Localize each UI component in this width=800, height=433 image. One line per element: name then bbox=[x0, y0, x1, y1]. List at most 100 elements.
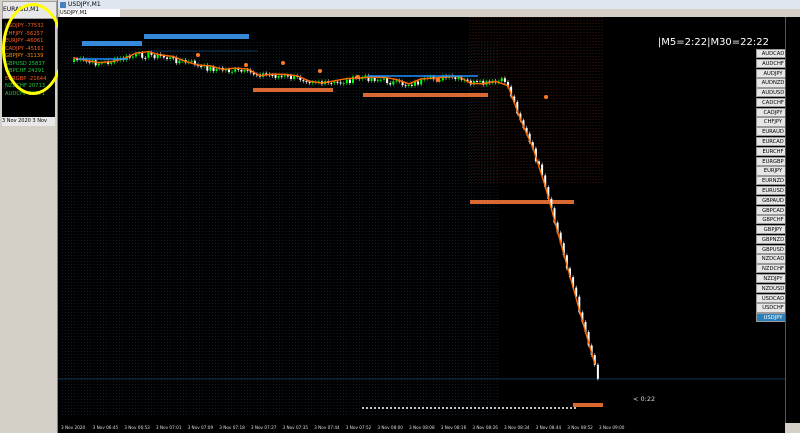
dot-marker bbox=[438, 407, 440, 409]
dot-marker bbox=[450, 407, 452, 409]
main-window-title[interactable]: USDJPY,M1 bbox=[58, 0, 800, 9]
dot-marker bbox=[418, 407, 420, 409]
candle-body bbox=[389, 83, 392, 85]
symbol-button-audnzd[interactable]: AUDNZD bbox=[756, 78, 785, 88]
symbol-button-eurgbp[interactable]: EURGBP bbox=[756, 156, 785, 166]
dot-marker bbox=[522, 407, 524, 409]
symbol-button-eurcad[interactable]: EURCAD bbox=[756, 137, 785, 147]
symbol-button-nzdjpy[interactable]: NZDJPY bbox=[756, 273, 785, 284]
dot-marker bbox=[530, 407, 532, 409]
symbol-button-usdchf[interactable]: USDCHF bbox=[756, 303, 785, 313]
dot-marker bbox=[546, 407, 548, 409]
candle-body bbox=[342, 83, 345, 85]
dot-marker bbox=[562, 407, 564, 409]
time-axis-label: 3 Nov 08:16 bbox=[440, 425, 467, 430]
time-axis-label: 3 Nov 08:44 bbox=[535, 425, 562, 430]
dot-marker bbox=[374, 407, 376, 409]
symbol-button-audusd[interactable]: AUDUSD bbox=[756, 88, 785, 98]
currency-strength-row: EURGBP -21644 bbox=[5, 75, 47, 82]
symbol-button-cadjpy[interactable]: CADJPY bbox=[756, 107, 785, 117]
currency-strength-row: CHFJPY -56257 bbox=[5, 30, 44, 37]
dot-marker bbox=[466, 407, 468, 409]
symbol-button-usdjpy[interactable]: USDJPY bbox=[756, 313, 785, 323]
time-axis-label: 3 Nov 07:27 bbox=[250, 425, 277, 430]
symbol-button-audcad[interactable]: AUDCAD bbox=[756, 49, 785, 59]
candle-body bbox=[215, 68, 218, 72]
hatch-marker bbox=[82, 41, 142, 46]
currency-strength-row: AUDCHF 20671 bbox=[5, 90, 45, 97]
candle-body bbox=[110, 62, 113, 64]
candle-body bbox=[234, 69, 237, 72]
symbol-button-audjpy[interactable]: AUDJPY bbox=[756, 68, 785, 78]
symbol-button-euraud[interactable]: EURAUD bbox=[756, 127, 785, 137]
candle-body bbox=[147, 52, 150, 58]
symbol-button-eurusd[interactable]: EURUSD bbox=[756, 185, 785, 196]
symbol-button-eurjpy[interactable]: EURJPY bbox=[756, 166, 785, 176]
candle-body bbox=[131, 56, 134, 58]
dot-marker bbox=[458, 407, 460, 409]
dot-marker bbox=[394, 407, 396, 409]
symbol-button-eurnzd[interactable]: EURNZD bbox=[756, 176, 785, 186]
candle-body bbox=[166, 57, 168, 59]
symbol-button-nzdcad[interactable]: NZDCAD bbox=[756, 254, 785, 264]
symbol-button-audchf[interactable]: AUDCHF bbox=[756, 58, 785, 68]
dot-marker bbox=[406, 407, 408, 409]
candle-body bbox=[417, 81, 420, 85]
symbol-button-gbpcad[interactable]: GBPCAD bbox=[756, 205, 785, 215]
symbol-button-gbpusd[interactable]: GBPUSD bbox=[756, 244, 785, 254]
symbol-button-usdcad[interactable]: USDCAD bbox=[756, 293, 785, 303]
signal-dot bbox=[244, 63, 248, 67]
dot-marker bbox=[366, 407, 368, 409]
currency-strength-row: GBPJPY -31139 bbox=[5, 53, 44, 59]
dot-marker bbox=[454, 407, 456, 409]
dot-marker bbox=[434, 407, 436, 409]
candle-body bbox=[392, 81, 395, 85]
symbol-button-gbpchf[interactable]: GBPCHF bbox=[756, 215, 785, 225]
dot-marker bbox=[414, 407, 416, 409]
dot-marker bbox=[370, 407, 372, 409]
symbol-button-nzdchf[interactable]: NZDCHF bbox=[756, 264, 785, 274]
currency-strength-row: GBPCHF 24291 bbox=[5, 68, 45, 74]
symbol-button-cadchf[interactable]: CADCHF bbox=[756, 97, 785, 108]
price-scale[interactable] bbox=[785, 17, 800, 423]
signal-dot bbox=[318, 69, 322, 73]
signal-dot bbox=[544, 95, 548, 99]
hatch-marker bbox=[573, 403, 603, 407]
symbol-button-gbpjpy[interactable]: GBPJPY bbox=[756, 225, 785, 235]
candle-body bbox=[169, 57, 172, 59]
candle-body bbox=[454, 77, 457, 80]
chart-tab[interactable]: USDJPY,M1 bbox=[60, 9, 120, 17]
candle-body bbox=[97, 63, 100, 66]
signal-dot bbox=[281, 61, 285, 65]
dot-marker bbox=[386, 407, 388, 409]
dot-marker bbox=[554, 407, 556, 409]
mini-window-title[interactable]: EURAUD,M1 bbox=[2, 1, 57, 19]
price-chart bbox=[58, 17, 785, 417]
candle-body bbox=[348, 79, 351, 83]
currency-strength-row: CADJPY -45161 bbox=[5, 45, 44, 52]
candle-body bbox=[178, 60, 181, 64]
symbol-button-nzdusd[interactable]: NZDUSD bbox=[756, 283, 785, 293]
dot-marker bbox=[494, 407, 496, 409]
chart-area[interactable]: |M5=2:22|M30=22:22 AUDCAD AUDCHF AUDJPY AUD… bbox=[58, 17, 785, 423]
symbol-button-gbpaud[interactable]: GBPAUD bbox=[756, 195, 785, 205]
currency-strength-row: NZDCHF 20713 bbox=[5, 83, 46, 89]
dot-marker bbox=[498, 407, 500, 409]
candle-body bbox=[330, 82, 333, 84]
symbol-button-gbpnzd[interactable]: GBPNZD bbox=[756, 234, 785, 245]
currency-strength-row: GBPUSD 25837 bbox=[5, 60, 45, 67]
candle-body bbox=[373, 78, 376, 81]
symbol-button-eurchf[interactable]: EURCHF bbox=[756, 146, 785, 156]
candle-body bbox=[290, 75, 292, 79]
dot-marker bbox=[382, 407, 384, 409]
hatch-marker bbox=[470, 200, 574, 204]
dot-marker bbox=[426, 407, 428, 409]
time-axis-label: 3 Nov 07:44 bbox=[314, 425, 340, 430]
candle-body bbox=[190, 60, 193, 62]
candle-body bbox=[162, 55, 165, 58]
candle-body bbox=[240, 69, 243, 72]
symbol-button-chfjpy[interactable]: CHFJPY bbox=[756, 117, 785, 127]
candle-body bbox=[237, 69, 240, 71]
hatch-marker bbox=[144, 34, 249, 39]
mini-chart-area[interactable]: USDJPY -77532 CHFJPY -56257 EURJPY -46061 C… bbox=[2, 19, 55, 117]
